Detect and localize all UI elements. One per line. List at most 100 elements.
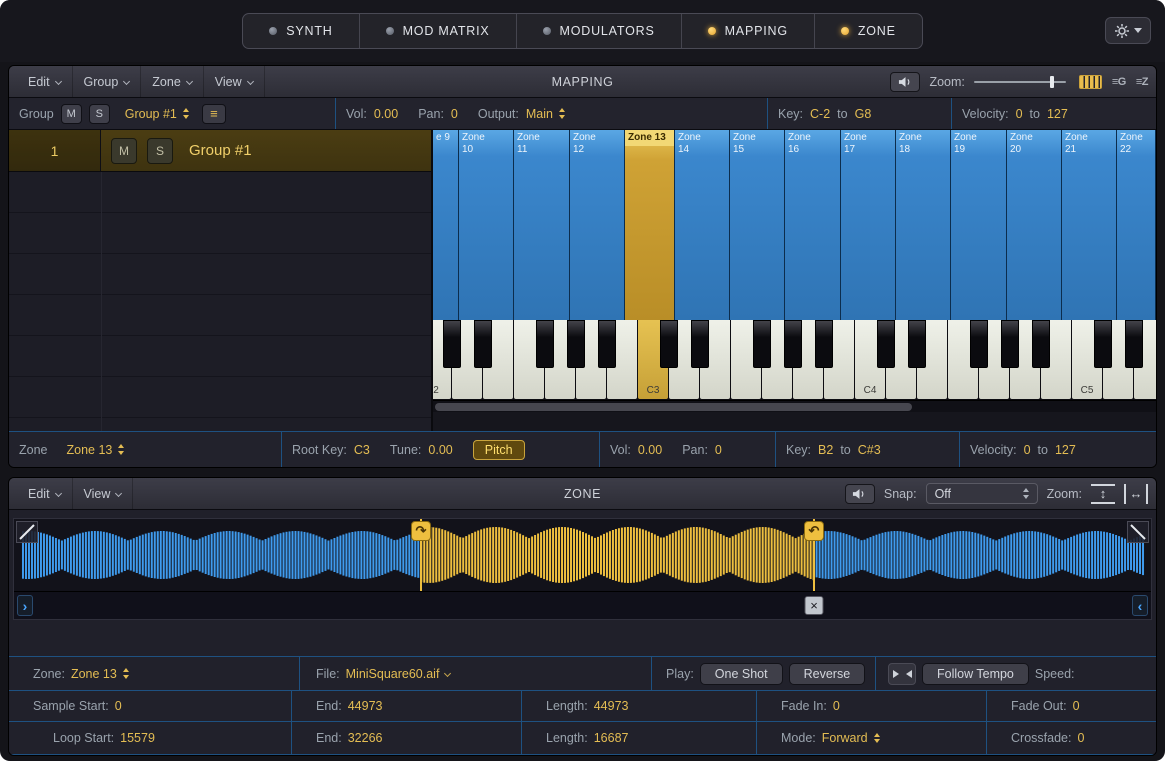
zone-edit-menu[interactable]: Edit (17, 478, 73, 509)
fade-in-value[interactable]: 0 (833, 699, 840, 713)
group-list-menu-button[interactable]: ≡ (202, 104, 226, 124)
black-key[interactable] (815, 320, 833, 368)
sample-end-value[interactable]: 44973 (348, 699, 383, 713)
tune-value[interactable]: 0.00 (428, 443, 452, 457)
group-key-low[interactable]: C-2 (810, 107, 830, 121)
zone-key-low[interactable]: B2 (818, 443, 833, 457)
zone-block[interactable]: Zone 12 (570, 130, 625, 320)
zone-pan-value[interactable]: 0 (715, 443, 722, 457)
fade-in-handle[interactable] (16, 521, 38, 543)
black-key[interactable] (908, 320, 926, 368)
loop-start-value[interactable]: 15579 (120, 731, 155, 745)
waveform-display[interactable] (14, 519, 1151, 591)
mapping-zone-menu[interactable]: Zone (141, 66, 204, 97)
fade-out-handle[interactable] (1127, 521, 1149, 543)
tab-mapping[interactable]: MAPPING (681, 14, 814, 48)
zone-block[interactable]: Zone 11 (514, 130, 570, 320)
zone-block[interactable]: Zone 10 (459, 130, 514, 320)
zone-block[interactable]: Zone 17 (841, 130, 896, 320)
fade-out-value[interactable]: 0 (1073, 699, 1080, 713)
tab-zone[interactable]: ZONE (814, 14, 922, 48)
loop-mode-dropdown[interactable]: Forward (822, 731, 880, 745)
group-vol-value[interactable]: 0.00 (374, 107, 398, 121)
scrollbar-thumb[interactable] (435, 403, 912, 411)
group-name-dropdown[interactable]: Group #1 (125, 107, 189, 121)
pitch-toggle-button[interactable]: Pitch (473, 440, 525, 460)
group-row[interactable]: 1 M S Group #1 (9, 130, 431, 172)
audition-button[interactable] (890, 72, 920, 92)
root-key-value[interactable]: C3 (354, 443, 370, 457)
mapping-view-menu[interactable]: View (204, 66, 265, 97)
group-solo-button[interactable]: S (89, 104, 110, 124)
zone-block[interactable]: Zone 13 (625, 130, 675, 320)
zone-block[interactable]: Zone 18 (896, 130, 951, 320)
one-shot-button[interactable]: One Shot (700, 663, 783, 685)
flex-mode-button[interactable] (888, 663, 916, 685)
zone-block[interactable]: Zone 14 (675, 130, 730, 320)
black-key[interactable] (1094, 320, 1112, 368)
group-velocity-high[interactable]: 127 (1047, 107, 1068, 121)
waveform-box[interactable]: ↷ ↶ › × ‹ (13, 518, 1152, 620)
file-dropdown[interactable]: MiniSquare60.aif (346, 667, 451, 681)
black-key[interactable] (1125, 320, 1143, 368)
zone-block[interactable]: Zone 15 (730, 130, 785, 320)
zone-vol-value[interactable]: 0.00 (638, 443, 662, 457)
tab-mod-matrix[interactable]: MOD MATRIX (359, 14, 516, 48)
group-row-mute-button[interactable]: M (111, 138, 137, 164)
black-key[interactable] (474, 320, 492, 368)
zone-view-menu[interactable]: View (73, 478, 134, 509)
group-output-dropdown[interactable]: Main (526, 107, 565, 121)
wave-left-edge-chevron-button[interactable]: › (17, 595, 33, 616)
loop-start-marker[interactable]: ↷ (411, 521, 431, 541)
black-key[interactable] (753, 320, 771, 368)
reverse-button[interactable]: Reverse (789, 663, 866, 685)
zone-block[interactable]: Zone 21 (1062, 130, 1117, 320)
clear-loop-button[interactable]: × (805, 596, 824, 615)
mapping-zoom-slider[interactable] (974, 75, 1066, 89)
group-mute-button[interactable]: M (61, 104, 82, 124)
black-key[interactable] (784, 320, 802, 368)
tab-modulators[interactable]: MODULATORS (516, 14, 681, 48)
black-key[interactable] (598, 320, 616, 368)
zone-block[interactable]: Zone 22 (1117, 130, 1156, 320)
info-zone-dropdown[interactable]: Zone 13 (71, 667, 129, 681)
settings-button[interactable] (1105, 17, 1151, 44)
slider-thumb[interactable] (1050, 76, 1054, 88)
horizontal-zoom-button[interactable]: ↔ (1124, 484, 1148, 504)
zone-block[interactable]: Zone 20 (1007, 130, 1062, 320)
black-key[interactable] (970, 320, 988, 368)
zone-block[interactable]: e 9 (433, 130, 459, 320)
black-key[interactable] (443, 320, 461, 368)
mapping-group-menu[interactable]: Group (73, 66, 142, 97)
black-key[interactable] (567, 320, 585, 368)
black-key[interactable] (536, 320, 554, 368)
wave-right-edge-chevron-button[interactable]: ‹ (1132, 595, 1148, 616)
group-key-high[interactable]: G8 (855, 107, 872, 121)
keyboard-scrollbar[interactable] (433, 400, 1156, 412)
zone-view-button[interactable]: ≡Z (1136, 76, 1148, 88)
follow-tempo-button[interactable]: Follow Tempo (922, 663, 1029, 685)
tab-synth[interactable]: SYNTH (243, 14, 358, 48)
mapping-edit-menu[interactable]: Edit (17, 66, 73, 97)
zone-name-dropdown[interactable]: Zone 13 (67, 443, 125, 457)
loop-end-marker[interactable]: ↶ (804, 521, 824, 541)
sample-start-value[interactable]: 0 (115, 699, 122, 713)
black-key[interactable] (1001, 320, 1019, 368)
group-view-button[interactable]: ≡G (1112, 76, 1126, 88)
zone-velocity-low[interactable]: 0 (1024, 443, 1031, 457)
zone-block[interactable]: Zone 19 (951, 130, 1007, 320)
zone-block[interactable]: Zone 16 (785, 130, 841, 320)
black-key[interactable] (1032, 320, 1050, 368)
black-key[interactable] (877, 320, 895, 368)
sample-length-value[interactable]: 44973 (594, 699, 629, 713)
loop-length-value[interactable]: 16687 (594, 731, 629, 745)
snap-dropdown[interactable]: Off (926, 483, 1038, 504)
loop-end-value[interactable]: 32266 (348, 731, 383, 745)
keyboard-view-button[interactable] (1079, 75, 1102, 89)
black-key[interactable] (660, 320, 678, 368)
group-velocity-low[interactable]: 0 (1016, 107, 1023, 121)
black-key[interactable] (691, 320, 709, 368)
crossfade-value[interactable]: 0 (1077, 731, 1084, 745)
group-row-solo-button[interactable]: S (147, 138, 173, 164)
zone-velocity-high[interactable]: 127 (1055, 443, 1076, 457)
